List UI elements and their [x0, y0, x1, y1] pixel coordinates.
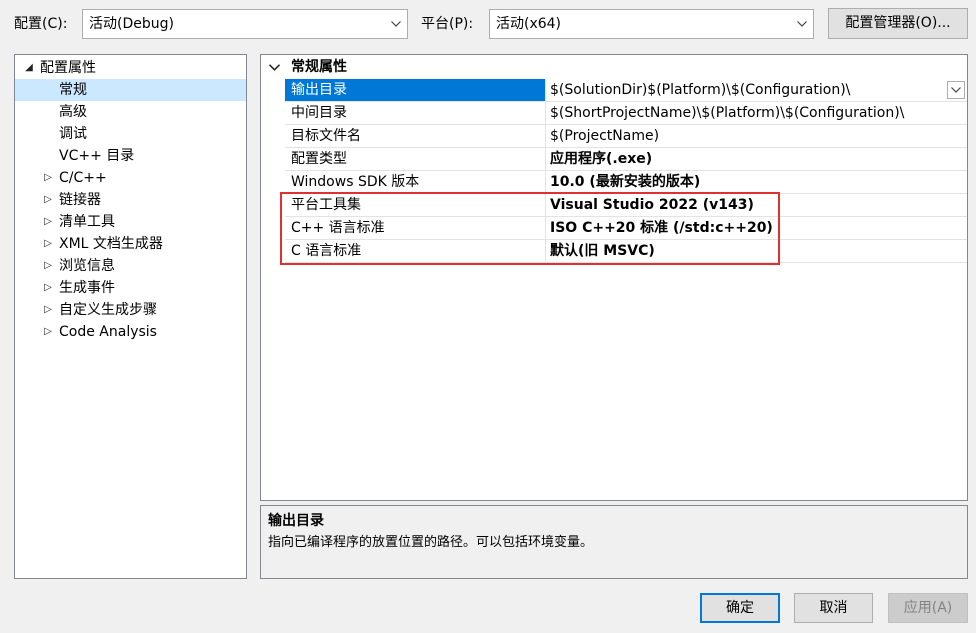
property-tree: ◢ 配置属性 常规 高级 调试 VC++ 目录 ▷ C/C++ ▷ 链接器 ▷ …	[14, 54, 247, 579]
property-value[interactable]: $(ShortProjectName)\$(Platform)\$(Config…	[546, 102, 967, 125]
collapsed-triangle-icon[interactable]: ▷	[42, 211, 54, 233]
description-text: 指向已编译程序的放置位置的路径。可以包括环境变量。	[268, 535, 594, 550]
property-row-intermediate-dir[interactable]: 中间目录 $(ShortProjectName)\$(Platform)\$(C…	[285, 102, 967, 125]
property-grid: 常规属性 输出目录 $(SolutionDir)$(Platform)\$(Co…	[260, 54, 968, 501]
platform-dropdown-value: 活动(x64)	[496, 16, 562, 32]
property-row-target-name[interactable]: 目标文件名 $(ProjectName)	[285, 125, 967, 148]
property-row-windows-sdk-version[interactable]: Windows SDK 版本 10.0 (最新安装的版本)	[285, 171, 967, 194]
tree-item-browse-info[interactable]: ▷ 浏览信息	[15, 255, 246, 277]
description-panel: 输出目录 指向已编译程序的放置位置的路径。可以包括环境变量。	[260, 505, 968, 579]
tree-item-label: VC++ 目录	[59, 148, 135, 164]
property-name: 配置类型	[285, 148, 546, 171]
chevron-down-icon	[791, 10, 813, 38]
property-name: C++ 语言标准	[285, 217, 546, 240]
collapsed-triangle-icon[interactable]: ▷	[42, 233, 54, 255]
collapsed-triangle-icon[interactable]: ▷	[42, 321, 54, 343]
ok-button[interactable]: 确定	[700, 593, 780, 623]
platform-dropdown[interactable]: 活动(x64)	[489, 9, 814, 39]
chevron-down-icon[interactable]	[947, 81, 965, 99]
property-value[interactable]: 应用程序(.exe)	[546, 148, 967, 171]
category-label: 常规属性	[291, 59, 347, 75]
property-name: C 语言标准	[285, 240, 546, 263]
tree-item-label: 清单工具	[59, 214, 115, 230]
expanded-triangle-icon[interactable]: ◢	[23, 57, 35, 79]
collapsed-triangle-icon[interactable]: ▷	[42, 167, 54, 189]
description-title: 输出目录	[268, 513, 324, 529]
platform-label: 平台(P):	[421, 16, 474, 32]
property-value[interactable]: ISO C++20 标准 (/std:c++20)	[546, 217, 967, 240]
tree-item-manifest-tool[interactable]: ▷ 清单工具	[15, 211, 246, 233]
collapsed-triangle-icon[interactable]: ▷	[42, 255, 54, 277]
tree-item-code-analysis[interactable]: ▷ Code Analysis	[15, 321, 246, 343]
property-row-platform-toolset[interactable]: 平台工具集 Visual Studio 2022 (v143)	[285, 194, 967, 217]
config-dropdown-value: 活动(Debug)	[89, 16, 174, 32]
property-row-configuration-type[interactable]: 配置类型 应用程序(.exe)	[285, 148, 967, 171]
tree-item-label: Code Analysis	[59, 324, 157, 340]
config-label: 配置(C):	[14, 16, 68, 32]
tree-item-label: 高级	[59, 104, 87, 120]
tree-item-label: 自定义生成步骤	[59, 302, 157, 318]
tree-item-linker[interactable]: ▷ 链接器	[15, 189, 246, 211]
property-value[interactable]: Visual Studio 2022 (v143)	[546, 194, 967, 217]
tree-item-advanced[interactable]: 高级	[15, 101, 246, 123]
tree-item-label: 浏览信息	[59, 258, 115, 274]
tree-item-label: 常规	[59, 82, 87, 98]
tree-item-label: 调试	[59, 126, 87, 142]
collapsed-triangle-icon[interactable]: ▷	[42, 299, 54, 321]
tree-item-general[interactable]: 常规	[15, 79, 246, 101]
property-value[interactable]: 默认(旧 MSVC)	[546, 240, 967, 263]
chevron-down-icon[interactable]	[267, 56, 281, 78]
tree-item-label: 链接器	[59, 192, 101, 208]
property-value[interactable]: $(ProjectName)	[546, 125, 967, 148]
property-name: 目标文件名	[285, 125, 546, 148]
tree-item-xml-doc-generator[interactable]: ▷ XML 文档生成器	[15, 233, 246, 255]
cancel-button[interactable]: 取消	[794, 593, 873, 623]
tree-item-label: XML 文档生成器	[59, 236, 163, 252]
property-name: 输出目录	[285, 79, 546, 102]
tree-item-build-events[interactable]: ▷ 生成事件	[15, 277, 246, 299]
property-name: 中间目录	[285, 102, 546, 125]
apply-button[interactable]: 应用(A)	[888, 593, 968, 623]
property-row-output-dir[interactable]: 输出目录 $(SolutionDir)$(Platform)\$(Configu…	[285, 79, 967, 102]
tree-item-label: 生成事件	[59, 280, 115, 296]
tree-item-debugging[interactable]: 调试	[15, 123, 246, 145]
chevron-down-icon	[385, 10, 407, 38]
category-general-properties[interactable]: 常规属性	[261, 56, 967, 78]
property-value-text: $(SolutionDir)$(Platform)\$(Configuratio…	[550, 82, 851, 98]
tree-item-c-cpp[interactable]: ▷ C/C++	[15, 167, 246, 189]
tree-item-vc-directories[interactable]: VC++ 目录	[15, 145, 246, 167]
config-dropdown[interactable]: 活动(Debug)	[82, 9, 408, 39]
property-value[interactable]: 10.0 (最新安装的版本)	[546, 171, 967, 194]
tree-item-custom-build-step[interactable]: ▷ 自定义生成步骤	[15, 299, 246, 321]
property-name: 平台工具集	[285, 194, 546, 217]
property-row-cpp-language-standard[interactable]: C++ 语言标准 ISO C++20 标准 (/std:c++20)	[285, 217, 967, 240]
collapsed-triangle-icon[interactable]: ▷	[42, 277, 54, 299]
tree-root-config-properties[interactable]: ◢ 配置属性	[15, 57, 246, 79]
property-value[interactable]: $(SolutionDir)$(Platform)\$(Configuratio…	[546, 79, 967, 102]
config-manager-button[interactable]: 配置管理器(O)...	[828, 8, 968, 39]
property-row-c-language-standard[interactable]: C 语言标准 默认(旧 MSVC)	[285, 240, 967, 263]
property-name: Windows SDK 版本	[285, 171, 546, 194]
collapsed-triangle-icon[interactable]: ▷	[42, 189, 54, 211]
tree-item-label: C/C++	[59, 170, 107, 186]
tree-item-label: 配置属性	[40, 60, 96, 76]
